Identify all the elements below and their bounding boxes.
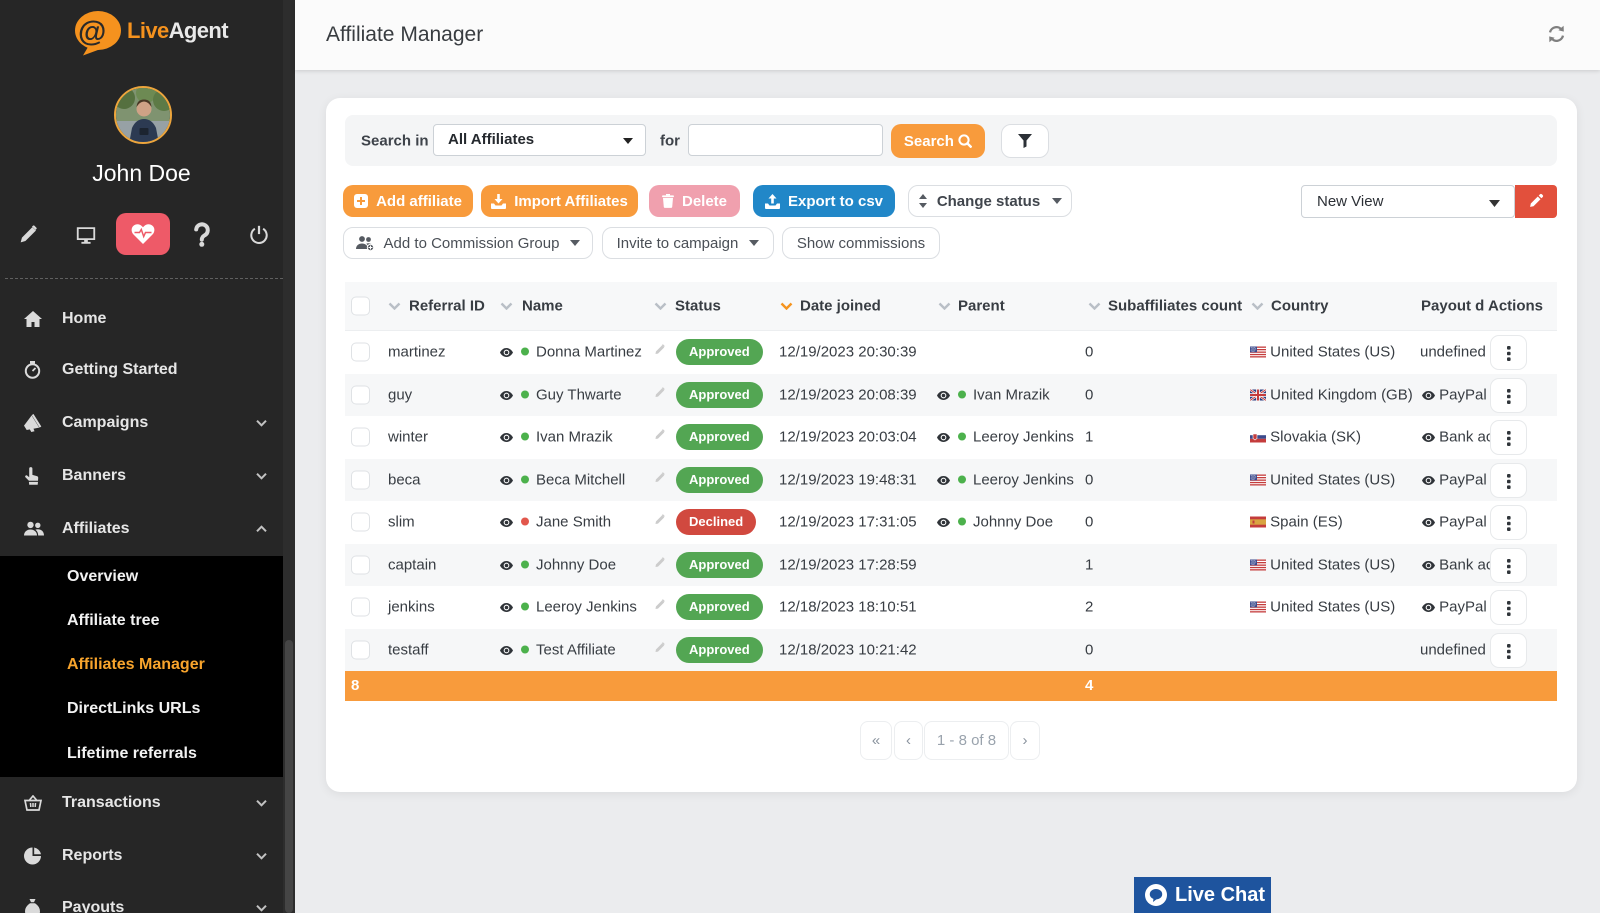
svg-text:@: @ <box>78 16 106 48</box>
